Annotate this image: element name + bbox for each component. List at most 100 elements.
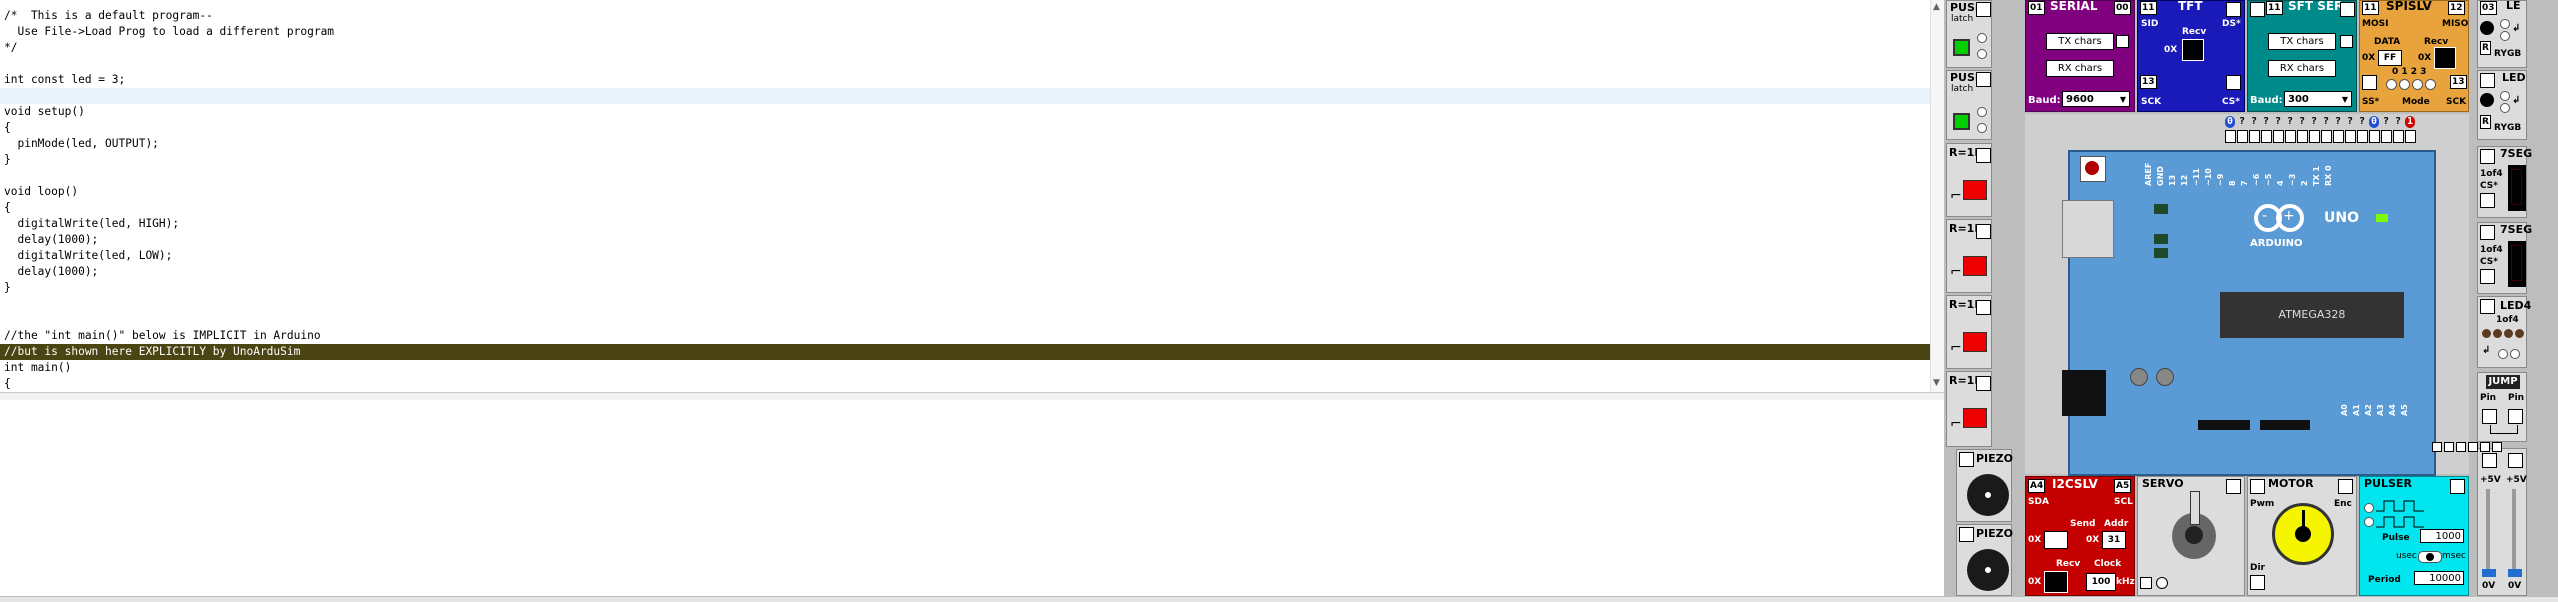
pin-box[interactable]: [2285, 130, 2296, 143]
code-line[interactable]: [4, 168, 1930, 184]
editor-scrollbar[interactable]: ▲ ▼: [1930, 0, 1945, 392]
code-line[interactable]: {: [4, 200, 1930, 216]
pin-box[interactable]: [2297, 130, 2308, 143]
pin-box[interactable]: [1959, 452, 1974, 467]
pin-box[interactable]: [1976, 2, 1991, 17]
tx-checkbox[interactable]: [2116, 35, 2129, 48]
pin-box[interactable]: [2450, 479, 2465, 494]
rx-chars-button[interactable]: RX chars: [2268, 60, 2336, 77]
pin-box[interactable]: [2309, 130, 2320, 143]
pin-box[interactable]: [1976, 300, 1991, 315]
led-radio[interactable]: [2500, 31, 2510, 41]
rx-chars-button[interactable]: RX chars: [2046, 60, 2114, 77]
pin-box[interactable]: [2468, 442, 2478, 452]
pin-box[interactable]: [1976, 376, 1991, 391]
code-line[interactable]: void setup(): [4, 104, 1930, 120]
pin-box[interactable]: [2357, 130, 2368, 143]
code-line[interactable]: Use File->Load Prog to load a different …: [4, 24, 1930, 40]
pin-box[interactable]: [1976, 224, 1991, 239]
led-radio[interactable]: [2500, 19, 2510, 29]
pin-box[interactable]: [2333, 130, 2344, 143]
scroll-up-icon[interactable]: ▲: [1933, 2, 1940, 12]
slider-track[interactable]: [2512, 489, 2516, 575]
pin-box[interactable]: [2482, 453, 2497, 468]
pin-box[interactable]: [2480, 73, 2495, 88]
pin-box[interactable]: [2480, 149, 2495, 164]
data-input[interactable]: FF: [2378, 50, 2402, 66]
reverse-checkbox[interactable]: [2140, 577, 2152, 589]
slide-switch[interactable]: [1963, 256, 1987, 276]
led-radio[interactable]: [2500, 91, 2510, 101]
baud-select[interactable]: 9600 ▼: [2062, 91, 2130, 107]
code-line[interactable]: {: [4, 120, 1930, 136]
servo-radio[interactable]: [2156, 577, 2168, 589]
led-radio[interactable]: [2498, 349, 2508, 359]
pin-box[interactable]: [1976, 148, 1991, 163]
pin-box[interactable]: [2249, 130, 2260, 143]
slider-thumb[interactable]: [2508, 569, 2522, 577]
code-lines[interactable]: /* This is a default program-- Use File-…: [0, 8, 1930, 392]
code-line[interactable]: int const led = 3;: [4, 72, 1930, 88]
clock-input[interactable]: 100: [2086, 573, 2116, 591]
unlatch-radio[interactable]: [1977, 123, 1987, 133]
variables-pane[interactable]: [0, 400, 1944, 596]
slider-track[interactable]: [2486, 489, 2490, 575]
pin-box[interactable]: [2444, 442, 2454, 452]
pin-box[interactable]: [2338, 479, 2353, 494]
unit-toggle[interactable]: [2418, 551, 2442, 563]
code-line[interactable]: [4, 312, 1930, 328]
mode-radios[interactable]: [2386, 79, 2436, 90]
reset-button[interactable]: [2080, 156, 2106, 182]
pin-box[interactable]: [2226, 479, 2241, 494]
code-line[interactable]: digitalWrite(led, LOW);: [4, 248, 1930, 264]
code-line[interactable]: [0, 88, 1930, 104]
pin-box[interactable]: [2345, 130, 2356, 143]
pin-box[interactable]: [2508, 409, 2523, 424]
pin-box[interactable]: [2250, 575, 2265, 590]
pulse-input[interactable]: 1000: [2420, 529, 2464, 543]
baud-select[interactable]: 300 ▼: [2284, 91, 2352, 107]
latch-radio[interactable]: [1977, 107, 1987, 117]
code-line[interactable]: digitalWrite(led, HIGH);: [4, 216, 1930, 232]
pin-box[interactable]: [2393, 130, 2404, 143]
pin-box[interactable]: [2456, 442, 2466, 452]
unlatch-radio[interactable]: [1977, 49, 1987, 59]
pin-box[interactable]: [2508, 453, 2523, 468]
code-line[interactable]: [4, 296, 1930, 312]
code-line[interactable]: }: [4, 280, 1930, 296]
tx-checkbox[interactable]: [2340, 35, 2353, 48]
scroll-down-icon[interactable]: ▼: [1933, 378, 1940, 388]
code-line[interactable]: [4, 56, 1930, 72]
code-line[interactable]: //the "int main()" below is IMPLICIT in …: [4, 328, 1930, 344]
push-button[interactable]: [1953, 113, 1970, 130]
pin-box[interactable]: [2480, 299, 2495, 314]
latch-radio[interactable]: [1977, 33, 1987, 43]
push-button[interactable]: [1953, 39, 1970, 56]
pin-box[interactable]: [2261, 130, 2272, 143]
code-line[interactable]: //but is shown here EXPLICITLY by UnoArd…: [0, 344, 1930, 360]
pin-box[interactable]: [2381, 130, 2392, 143]
slider-thumb[interactable]: [2482, 569, 2496, 577]
pin-box[interactable]: [2225, 130, 2236, 143]
led-radio[interactable]: [2500, 103, 2510, 113]
pin-box[interactable]: [2482, 409, 2497, 424]
pin-box[interactable]: [2321, 130, 2332, 143]
pin-box[interactable]: [2480, 442, 2490, 452]
pin-box[interactable]: [2480, 269, 2495, 284]
pin-box[interactable]: [2362, 75, 2377, 90]
period-input[interactable]: 10000: [2414, 571, 2464, 585]
send-input[interactable]: [2044, 531, 2068, 549]
pulse-mode-radio[interactable]: [2364, 517, 2374, 527]
pin-box[interactable]: [2340, 2, 2355, 17]
pin-box[interactable]: [2250, 479, 2265, 494]
pin-box[interactable]: [2432, 442, 2442, 452]
pin-box[interactable]: [2250, 2, 2265, 17]
addr-input[interactable]: 31: [2102, 531, 2126, 549]
tx-chars-button[interactable]: TX chars: [2268, 33, 2336, 50]
pin-box[interactable]: [2226, 75, 2241, 90]
pin-box[interactable]: [2273, 130, 2284, 143]
tx-chars-button[interactable]: TX chars: [2046, 33, 2114, 50]
pin-box[interactable]: [2237, 130, 2248, 143]
pin-box[interactable]: [2492, 442, 2502, 452]
code-line[interactable]: int main(): [4, 360, 1930, 376]
